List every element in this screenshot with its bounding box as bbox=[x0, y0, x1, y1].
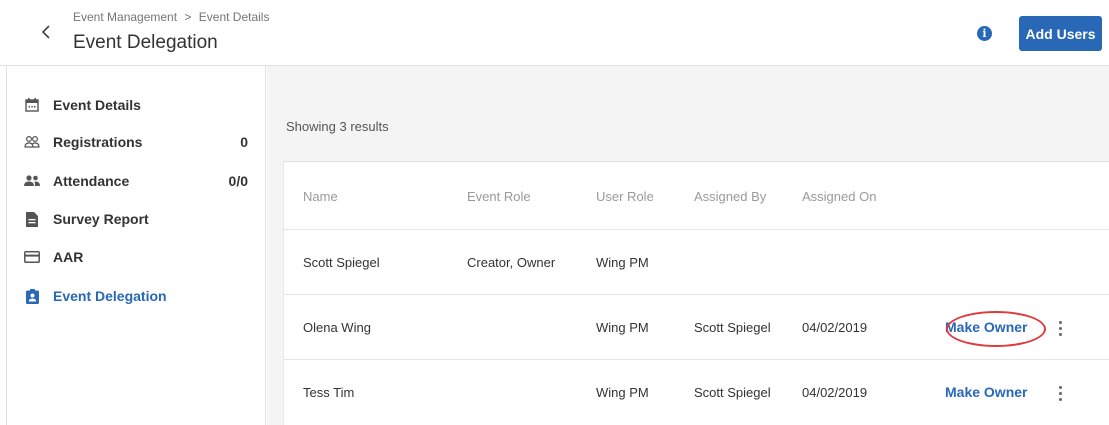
breadcrumb-parent[interactable]: Event Management bbox=[73, 10, 177, 24]
results-count: Showing 3 results bbox=[286, 119, 389, 134]
more-options-icon[interactable] bbox=[1053, 383, 1067, 403]
breadcrumb-separator: > bbox=[184, 10, 192, 24]
table-row: Scott Spiegel Creator, Owner Wing PM bbox=[284, 230, 1109, 295]
calendar-icon bbox=[24, 97, 40, 113]
people-filled-icon bbox=[24, 173, 40, 189]
sidebar-item-label: Survey Report bbox=[53, 211, 149, 227]
row-user-role: Wing PM bbox=[596, 385, 649, 400]
card-icon bbox=[24, 249, 40, 265]
badge-icon bbox=[24, 288, 40, 304]
page-header: Event Management > Event Details Event D… bbox=[0, 0, 1109, 66]
row-name: Olena Wing bbox=[303, 320, 371, 335]
sidebar-item-label: Event Delegation bbox=[53, 288, 167, 304]
make-owner-button[interactable]: Make Owner bbox=[945, 319, 1027, 335]
add-users-button[interactable]: Add Users bbox=[1019, 16, 1102, 51]
row-assigned-on: 04/02/2019 bbox=[802, 385, 868, 400]
make-owner-button[interactable]: Make Owner bbox=[945, 384, 1027, 400]
table-row: Olena Wing Wing PM Scott Spiegel 04/02/2… bbox=[284, 295, 1109, 360]
chevron-left-icon bbox=[41, 25, 50, 39]
breadcrumb: Event Management > Event Details bbox=[73, 10, 269, 24]
column-header-assigned-by[interactable]: Assigned By bbox=[694, 189, 766, 204]
info-glyph: i bbox=[982, 27, 987, 40]
sidebar-item-event-delegation[interactable]: Event Delegation bbox=[7, 277, 265, 315]
row-assigned-by: Scott Spiegel bbox=[694, 320, 771, 335]
page-title: Event Delegation bbox=[73, 32, 218, 53]
back-button[interactable] bbox=[36, 22, 56, 42]
column-header-event-role[interactable]: Event Role bbox=[467, 189, 531, 204]
sidebar-item-label: Event Details bbox=[53, 97, 141, 113]
row-name: Tess Tim bbox=[303, 385, 355, 400]
sidebar-item-label: Attendance bbox=[53, 173, 130, 189]
sidebar-item-label: Registrations bbox=[53, 134, 143, 150]
sidebar-item-label: AAR bbox=[53, 249, 84, 265]
table-row: Tess Tim Wing PM Scott Spiegel 04/02/201… bbox=[284, 360, 1109, 425]
column-header-assigned-on[interactable]: Assigned On bbox=[802, 189, 876, 204]
people-outline-icon bbox=[24, 134, 40, 150]
table-header-row: Name Event Role User Role Assigned By As… bbox=[284, 162, 1109, 230]
delegation-table: Name Event Role User Role Assigned By As… bbox=[283, 161, 1109, 425]
sidebar-item-registrations[interactable]: Registrations 0 bbox=[7, 123, 265, 161]
row-event-role: Creator, Owner bbox=[467, 255, 556, 270]
info-icon[interactable]: i bbox=[977, 26, 992, 41]
sidebar-item-event-details[interactable]: Event Details bbox=[7, 86, 265, 124]
column-header-user-role[interactable]: User Role bbox=[596, 189, 654, 204]
row-name: Scott Spiegel bbox=[303, 255, 380, 270]
document-icon bbox=[24, 211, 40, 227]
sidebar-item-count: 0/0 bbox=[228, 173, 248, 189]
row-assigned-by: Scott Spiegel bbox=[694, 385, 771, 400]
column-header-name[interactable]: Name bbox=[303, 189, 338, 204]
row-user-role: Wing PM bbox=[596, 255, 649, 270]
sidebar-item-survey-report[interactable]: Survey Report bbox=[7, 200, 265, 238]
row-assigned-on: 04/02/2019 bbox=[802, 320, 868, 335]
row-user-role: Wing PM bbox=[596, 320, 649, 335]
more-options-icon[interactable] bbox=[1053, 318, 1067, 338]
sidebar-item-attendance[interactable]: Attendance 0/0 bbox=[7, 162, 265, 200]
breadcrumb-current[interactable]: Event Details bbox=[199, 10, 270, 24]
main-content: Showing 3 results Name Event Role User R… bbox=[267, 66, 1109, 425]
sidebar-item-aar[interactable]: AAR bbox=[7, 238, 265, 276]
sidebar-item-count: 0 bbox=[240, 134, 248, 150]
sidebar: Event Details Registrations 0 Attendance… bbox=[7, 66, 266, 425]
